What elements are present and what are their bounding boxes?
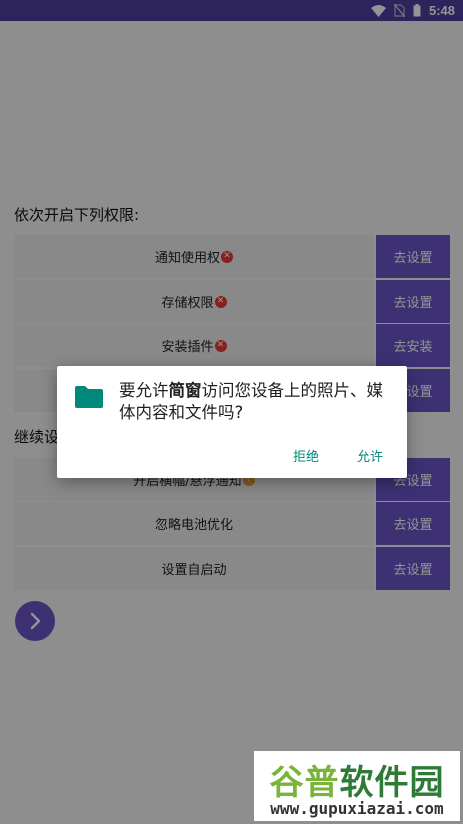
watermark-url: www.gupuxiazai.com — [270, 799, 444, 818]
watermark: 谷普软件园 www.gupuxiazai.com — [254, 751, 460, 821]
app-name: 简窗 — [168, 381, 202, 400]
allow-button[interactable]: 允许 — [351, 442, 389, 469]
dialog-actions: 拒绝 允许 — [287, 442, 389, 469]
watermark-logo: 谷普软件园 — [269, 763, 445, 803]
deny-button[interactable]: 拒绝 — [287, 442, 325, 469]
folder-icon — [75, 386, 103, 408]
permission-dialog: 要允许简窗访问您设备上的照片、媒体内容和文件吗? 拒绝 允许 — [57, 366, 407, 478]
dialog-message: 要允许简窗访问您设备上的照片、媒体内容和文件吗? — [119, 381, 383, 422]
